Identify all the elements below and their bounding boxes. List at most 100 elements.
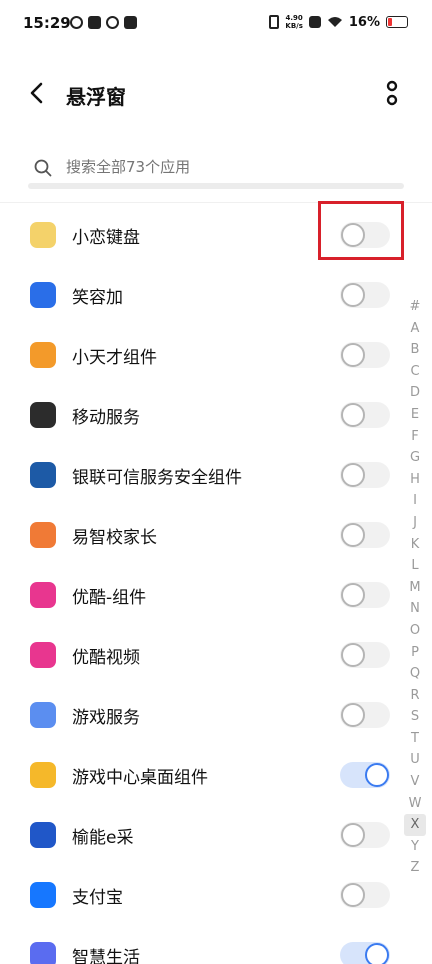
floating-window-toggle[interactable] <box>340 282 390 308</box>
floating-window-toggle[interactable] <box>340 762 390 788</box>
search-underline <box>28 183 404 189</box>
app-row[interactable]: 游戏服务 <box>0 685 400 745</box>
mobile-service-icon <box>30 402 56 428</box>
alpha-index-letter[interactable]: G <box>404 447 426 469</box>
app-notification-icon <box>106 16 119 29</box>
app-name: 移动服务 <box>72 408 140 428</box>
youku-video-icon <box>30 642 56 668</box>
app-row[interactable]: 游戏中心桌面组件 <box>0 745 400 805</box>
alpha-index-letter[interactable]: E <box>404 404 426 426</box>
alphabet-index[interactable]: # A B C D E F G H I J K L M N O P Q R S T U V W X Y Z <box>404 296 426 879</box>
alpha-index-letter[interactable]: T <box>404 728 426 750</box>
alpha-index-letter[interactable]: R <box>404 685 426 707</box>
alpha-index-letter[interactable]: Q <box>404 663 426 685</box>
tiktok-notification-icon <box>124 16 137 29</box>
mail-notification-icon <box>88 16 101 29</box>
status-time: 15:29 <box>23 14 71 32</box>
alpha-index-letter[interactable]: H <box>404 469 426 491</box>
app-name: 智慧生活 <box>72 948 140 964</box>
alpha-index-letter[interactable]: # <box>404 296 426 318</box>
wifi-icon <box>327 17 342 27</box>
alpha-index-letter[interactable]: A <box>404 318 426 340</box>
floating-window-toggle[interactable] <box>340 522 390 548</box>
app-name: 易智校家长 <box>72 528 157 548</box>
toggle-knob <box>341 703 365 727</box>
app-row[interactable]: 易智校家长 <box>0 505 400 565</box>
app-name: 游戏中心桌面组件 <box>72 768 208 788</box>
back-button[interactable] <box>22 78 52 108</box>
floating-window-toggle[interactable] <box>340 582 390 608</box>
alpha-index-letter[interactable]: K <box>404 534 426 556</box>
alpha-index-letter[interactable]: X <box>404 814 426 836</box>
alpha-index-letter[interactable]: B <box>404 339 426 361</box>
floating-window-toggle[interactable] <box>340 402 390 428</box>
battery-percent: 16% <box>348 14 380 30</box>
app-name: 银联可信服务安全组件 <box>72 468 242 488</box>
alpha-index-letter[interactable]: S <box>404 706 426 728</box>
search-input[interactable] <box>66 158 386 176</box>
school-app-icon <box>30 522 56 548</box>
toggle-knob <box>341 883 365 907</box>
floating-window-toggle[interactable] <box>340 882 390 908</box>
alpha-index-letter[interactable]: I <box>404 490 426 512</box>
battery-icon <box>386 16 408 28</box>
alipay-icon <box>30 882 56 908</box>
app-row[interactable]: 优酷视频 <box>0 625 400 685</box>
alpha-index-letter[interactable]: D <box>404 382 426 404</box>
alpha-index-letter[interactable]: P <box>404 642 426 664</box>
app-row[interactable]: 榆能e采 <box>0 805 400 865</box>
alpha-index-letter[interactable]: U <box>404 749 426 771</box>
floating-window-toggle[interactable] <box>340 462 390 488</box>
search-icon <box>34 159 52 177</box>
app-row[interactable]: 笑容加 <box>0 265 400 325</box>
alpha-index-letter[interactable]: Y <box>404 836 426 858</box>
alpha-index-letter[interactable]: V <box>404 771 426 793</box>
app-name: 优酷视频 <box>72 648 140 668</box>
alpha-index-letter[interactable]: J <box>404 512 426 534</box>
floating-window-toggle[interactable] <box>340 942 390 964</box>
toggle-knob <box>341 343 365 367</box>
notification-icons <box>70 16 137 29</box>
alpha-index-letter[interactable]: W <box>404 793 426 815</box>
unionpay-icon <box>30 462 56 488</box>
keyboard-app-icon <box>30 222 56 248</box>
vibrate-icon <box>269 15 280 29</box>
youku-icon <box>30 582 56 608</box>
kid-app-icon <box>30 342 56 368</box>
alpha-index-letter[interactable]: N <box>404 598 426 620</box>
more-options-button[interactable] <box>380 76 404 112</box>
alpha-index-letter[interactable]: Z <box>404 857 426 879</box>
app-row[interactable]: 移动服务 <box>0 385 400 445</box>
floating-window-toggle[interactable] <box>340 642 390 668</box>
toggle-knob <box>341 523 365 547</box>
network-speed-value: 4.90 <box>285 14 303 22</box>
floating-window-toggle[interactable] <box>340 822 390 848</box>
floating-window-settings-screen: 15:29 4.90 KB/s 16% 悬浮窗 搜索全部73个应用 小恋键盘 笑… <box>0 0 432 964</box>
floating-window-toggle[interactable] <box>340 702 390 728</box>
app-name: 笑容加 <box>72 288 123 308</box>
alpha-index-letter[interactable]: F <box>404 426 426 448</box>
alpha-index-letter[interactable]: O <box>404 620 426 642</box>
network-speed-unit: KB/s <box>285 22 303 30</box>
app-row[interactable]: 智慧生活 <box>0 925 400 964</box>
app-name: 支付宝 <box>72 888 123 908</box>
app-row[interactable]: 小天才组件 <box>0 325 400 385</box>
floating-window-toggle[interactable] <box>340 342 390 368</box>
header: 悬浮窗 <box>0 64 432 124</box>
app-row[interactable]: 支付宝 <box>0 865 400 925</box>
smart-life-icon <box>30 942 56 964</box>
toggle-knob <box>341 283 365 307</box>
status-right: 4.90 KB/s 16% <box>269 14 408 30</box>
alpha-index-letter[interactable]: M <box>404 577 426 599</box>
toggle-knob <box>341 403 365 427</box>
app-row[interactable]: 优酷-组件 <box>0 565 400 625</box>
alpha-index-letter[interactable]: L <box>404 555 426 577</box>
game-center-icon <box>30 762 56 788</box>
app-row[interactable]: 银联可信服务安全组件 <box>0 445 400 505</box>
status-bar: 15:29 4.90 KB/s 16% <box>0 0 432 52</box>
toggle-knob <box>365 763 389 787</box>
no-sim-icon <box>308 16 321 28</box>
alpha-index-letter[interactable]: C <box>404 361 426 383</box>
network-speed: 4.90 KB/s <box>285 14 302 30</box>
app-name: 小恋键盘 <box>72 228 140 248</box>
